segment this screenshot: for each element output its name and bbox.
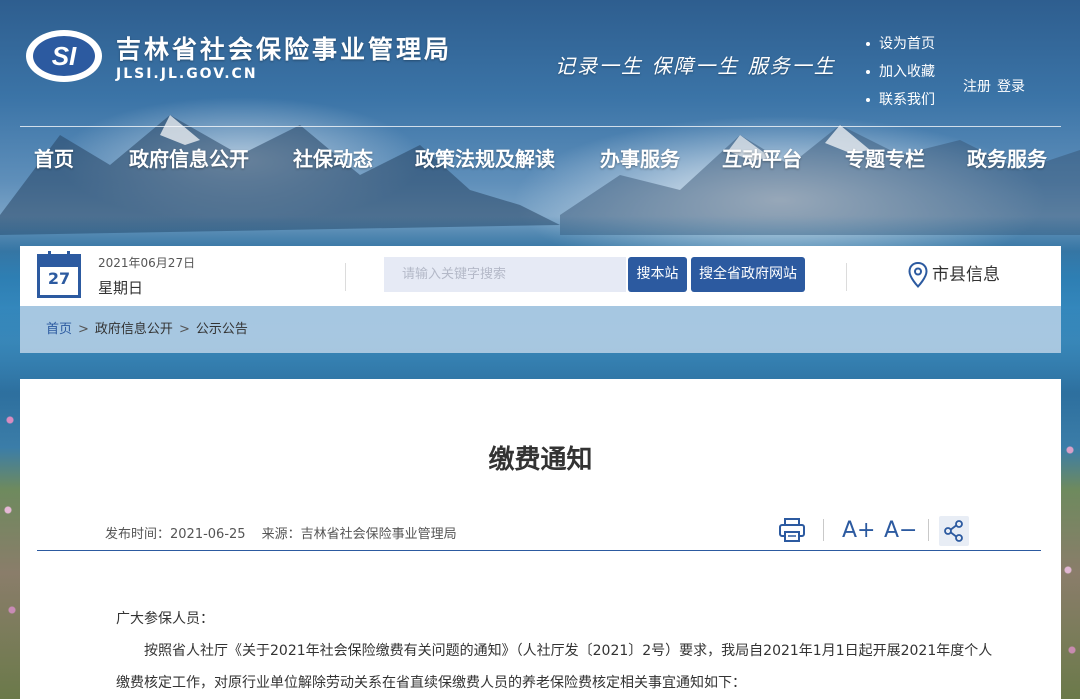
article-paragraph-line: 缴费核定工作，对原行业单位解除劳动关系在省直续保缴费人员的养老保险费核定相关事宜… — [116, 675, 746, 691]
breadcrumb-separator: > — [178, 322, 190, 337]
article-body: 广大参保人员： 按照省人社厅《关于2021年社会保险缴费有关问题的通知》（人社厅… — [116, 603, 1006, 699]
breadcrumb-announcements[interactable]: 公示公告 — [196, 322, 248, 337]
nav-item-gov-info[interactable]: 政府信息公开 — [129, 127, 249, 191]
logo-text: SI — [52, 41, 77, 71]
print-button[interactable] — [778, 517, 806, 549]
tool-divider — [823, 519, 824, 541]
font-decrease-button[interactable]: A− — [884, 515, 917, 547]
article-title: 缴费通知 — [488, 445, 593, 475]
search-site-button[interactable]: 搜本站 — [628, 257, 687, 292]
breadcrumb-gov-info[interactable]: 政府信息公开 — [95, 322, 173, 337]
nav-item-gov-services[interactable]: 政务服务 — [967, 127, 1047, 191]
bullet-icon — [866, 98, 870, 102]
city-info-link[interactable]: 市县信息 — [908, 260, 1000, 288]
article-greeting: 广大参保人员： — [116, 611, 214, 627]
slogan: 记录一生 保障一生 服务一生 — [555, 54, 836, 78]
main-nav: 首页 政府信息公开 社保动态 政策法规及解读 办事服务 互动平台 专题专栏 政务… — [20, 127, 1061, 191]
article: 缴费通知 发布时间：2021-06-25 来源：吉林省社会保险事业管理局 A+ A… — [20, 379, 1061, 699]
share-icon — [944, 520, 963, 542]
divider — [345, 263, 346, 291]
breadcrumb: 首页 > 政府信息公开 > 公示公告 — [20, 306, 1061, 353]
print-icon — [779, 518, 805, 542]
auth-links: 注册 登录 — [963, 76, 1031, 96]
search-gov-button[interactable]: 搜全省政府网站 — [691, 257, 805, 292]
nav-item-services[interactable]: 办事服务 — [600, 127, 680, 191]
nav-item-social-news[interactable]: 社保动态 — [293, 127, 373, 191]
city-info-label: 市县信息 — [932, 265, 1000, 285]
location-pin-icon — [908, 261, 928, 288]
nav-item-policy[interactable]: 政策法规及解读 — [415, 127, 555, 191]
set-homepage-link[interactable]: 设为首页 — [866, 30, 935, 58]
site-logo[interactable]: SI — [24, 28, 104, 84]
bullet-icon — [866, 42, 870, 46]
register-link[interactable]: 注册 — [963, 79, 991, 95]
add-favorite-link[interactable]: 加入收藏 — [866, 58, 935, 86]
publish-time: 发布时间：2021-06-25 — [105, 527, 246, 542]
tool-divider — [928, 519, 929, 541]
font-increase-button[interactable]: A+ — [842, 515, 875, 547]
current-date: 2021年06月27日 — [98, 256, 196, 270]
nav-item-home[interactable]: 首页 — [34, 127, 74, 191]
calendar-day: 27 — [47, 269, 71, 288]
current-weekday: 星期日 — [98, 279, 144, 297]
site-domain: JLSI.JL.GOV.CN — [116, 66, 258, 82]
article-meta: 发布时间：2021-06-25 来源：吉林省社会保险事业管理局 — [105, 523, 473, 542]
site-name: 吉林省社会保险事业管理局 — [116, 35, 453, 64]
article-source: 来源：吉林省社会保险事业管理局 — [261, 527, 457, 542]
info-bar: 27 2021年06月27日 星期日 搜本站 搜全省政府网站 市县信息 — [20, 246, 1061, 306]
breadcrumb-home[interactable]: 首页 — [46, 322, 72, 337]
set-homepage-label: 设为首页 — [879, 36, 935, 52]
contact-us-link[interactable]: 联系我们 — [866, 86, 935, 114]
quick-links: 设为首页 加入收藏 联系我们 — [866, 30, 935, 114]
breadcrumb-separator: > — [78, 322, 89, 337]
search-input[interactable] — [384, 257, 626, 292]
add-favorite-label: 加入收藏 — [879, 64, 935, 80]
article-paragraph-line: 按照省人社厅《关于2021年社会保险缴费有关问题的通知》（人社厅发〔2021〕2… — [144, 643, 993, 659]
nav-item-topics[interactable]: 专题专栏 — [845, 127, 925, 191]
meta-divider — [37, 550, 1041, 551]
nav-item-interaction[interactable]: 互动平台 — [722, 127, 802, 191]
contact-us-label: 联系我们 — [879, 92, 935, 108]
calendar-icon: 27 — [37, 251, 81, 298]
bullet-icon — [866, 70, 870, 74]
divider — [846, 263, 847, 291]
share-button[interactable] — [939, 516, 969, 546]
login-link[interactable]: 登录 — [997, 79, 1025, 95]
